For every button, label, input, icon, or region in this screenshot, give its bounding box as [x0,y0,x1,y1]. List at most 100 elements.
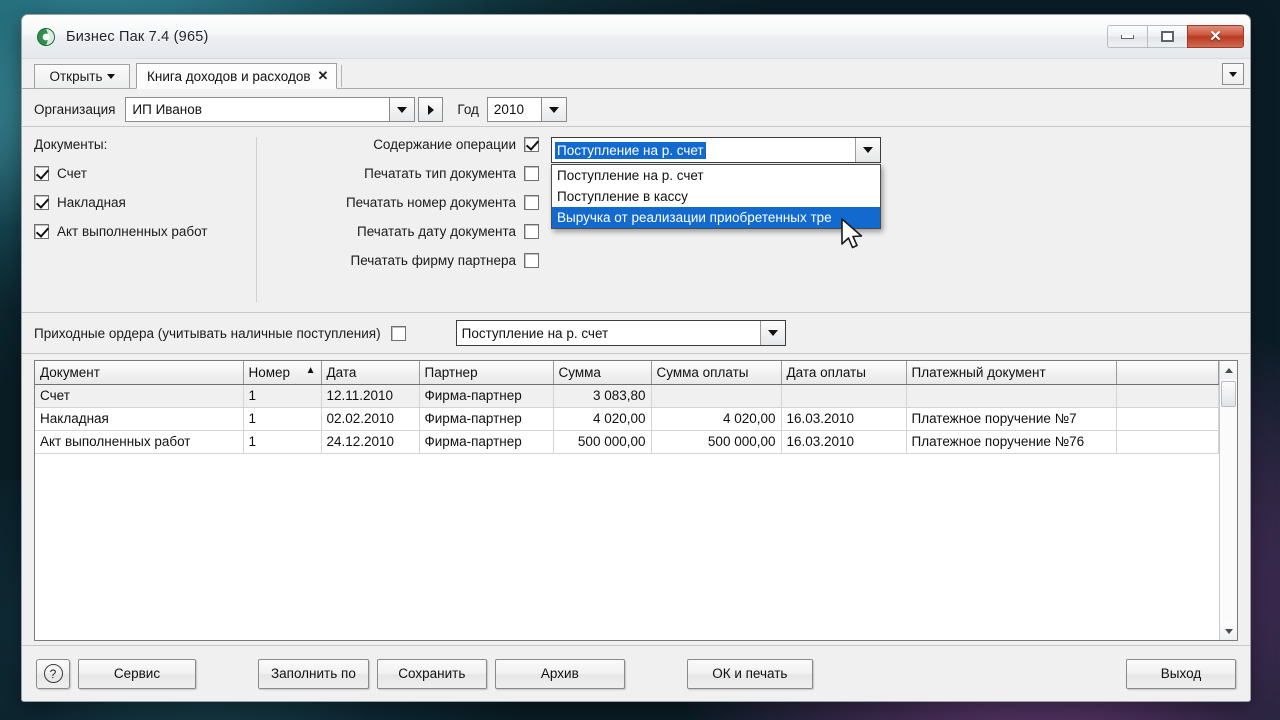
scroll-down-button[interactable] [1220,622,1237,640]
minimize-button[interactable] [1107,25,1147,48]
checkbox-icon[interactable] [524,166,539,181]
column-header-payment-sum[interactable]: Сумма оплаты [651,361,782,385]
application-window: Бизнес Пак 7.4 (965) ✕ Открыть Книга дох… [21,14,1251,702]
cell-partner: Фирма-партнер [419,407,554,431]
cell-payment-sum: 4 020,00 [651,407,782,431]
cell-date: 12.11.2010 [321,384,420,408]
checkbox-icon[interactable] [524,224,539,239]
print-option-label: Печатать дату документа [357,224,516,239]
cell-payment-document: Платежное поручение №76 [906,430,1117,454]
operation-option-0[interactable]: Поступление на р. счет [552,165,880,186]
print-option-data-dokumenta[interactable]: Печатать дату документа [271,224,539,239]
cell-document: Счет [35,384,244,408]
minimize-icon [1121,34,1134,39]
scroll-up-button[interactable] [1220,361,1237,379]
save-button[interactable]: Сохранить [376,658,487,689]
open-button[interactable]: Открыть [34,64,130,89]
organization-dropdown-arrow[interactable] [389,98,415,121]
operation-selected-value: Поступление на р. счет [555,141,706,159]
year-label: Год [457,102,479,117]
cell-payment-date: 16.03.2010 [781,430,907,454]
organization-next-button[interactable] [418,97,444,122]
column-header-date[interactable]: Дата [321,361,420,385]
checkbox-icon[interactable] [34,166,49,181]
cell-sum: 3 083,80 [553,384,652,408]
document-label: Счет [57,166,87,181]
archive-button[interactable]: Архив [494,658,625,689]
help-button[interactable]: ? [36,658,70,689]
checkbox-icon[interactable] [34,224,49,239]
fill-by-button[interactable]: Заполнить по [258,658,369,689]
tab-close-icon[interactable]: ✕ [318,68,329,84]
title-bar: Бизнес Пак 7.4 (965) ✕ [22,15,1250,59]
organization-label: Организация [34,102,116,117]
checkbox-icon[interactable] [524,253,539,268]
print-option-label: Печатать номер документа [345,195,516,210]
maximize-button[interactable] [1147,25,1187,48]
column-header-payment-document[interactable]: Платежный документ [906,361,1117,385]
exit-button[interactable]: Выход [1126,658,1236,689]
operation-dropdown-list[interactable]: Поступление на р. счет Поступление в кас… [551,164,881,229]
incoming-orders-dropdown-arrow[interactable] [759,321,785,345]
incoming-orders-label: Приходные ордера (учитывать наличные пос… [34,325,381,341]
ok-and-print-button[interactable]: ОК и печать [686,658,813,689]
document-checkbox-akt[interactable]: Акт выполненных работ [34,224,248,239]
operation-combo[interactable]: Поступление на р. счет [551,137,881,163]
chevron-right-icon [427,104,434,115]
print-option-soderzhanie-operacii[interactable]: Содержание операции [271,137,539,152]
footer-toolbar: ? Сервис Заполнить по Сохранить Архив ОК… [22,645,1250,701]
cell-payment-date [781,384,907,408]
table-row[interactable]: Счет 1 12.11.2010 Фирма-партнер 3 083,80 [35,384,1219,408]
operation-dropdown-arrow[interactable] [855,138,880,162]
tab-overflow-button[interactable] [1222,63,1244,85]
incoming-orders-checkbox[interactable] [390,325,406,341]
table-header-row: Документ Номер ▲ Дата Партнер Сумма Сумма… [35,361,1219,385]
print-options-section: Содержание операции Печатать тип докумен… [271,137,1238,306]
cell-payment-sum: 500 000,00 [651,430,782,454]
column-header-sum[interactable]: Сумма [553,361,652,385]
close-button[interactable]: ✕ [1187,25,1244,48]
checkbox-icon[interactable] [524,137,539,152]
document-checkbox-schet[interactable]: Счет [34,166,248,181]
column-header-partner[interactable]: Партнер [419,361,554,385]
year-dropdown-arrow[interactable] [540,98,566,121]
cell-payment-date: 16.03.2010 [781,407,907,431]
operation-selected-wrap: Поступление на р. счет [552,138,855,162]
service-button[interactable]: Сервис [78,658,196,689]
print-option-firma-partnera[interactable]: Печатать фирму партнера [271,253,539,268]
organization-value: ИП Иванов [132,102,202,117]
cell-payment-document: Платежное поручение №7 [906,407,1117,431]
tab-kniga-dohodov-i-rashodov[interactable]: Книга доходов и расходов ✕ [136,63,338,89]
scrollbar-thumb[interactable] [1221,381,1236,407]
checkbox-icon[interactable] [524,195,539,210]
documents-grid: Документ Номер ▲ Дата Партнер Сумма Сумма… [34,360,1238,641]
operation-option-2[interactable]: Выручка от реализации приобретенных тре [552,207,880,228]
column-header-payment-date[interactable]: Дата оплаты [781,361,907,385]
checkbox-icon[interactable] [34,195,49,210]
document-checkbox-nakladnaya[interactable]: Накладная [34,195,248,210]
operation-option-1[interactable]: Поступление в кассу [552,186,880,207]
document-label: Акт выполненных работ [57,224,208,239]
sort-ascending-icon: ▲ [305,364,316,376]
cell-sum: 4 020,00 [553,407,652,431]
operation-dropdown-wrap: Поступление на р. счет Поступление на р.… [539,137,1238,306]
table-row[interactable]: Накладная 1 02.02.2010 Фирма-партнер 4 0… [35,407,1219,431]
table-row[interactable]: Акт выполненных работ 1 24.12.2010 Фирма… [35,430,1219,454]
organization-combo[interactable]: ИП Иванов [125,97,416,122]
close-icon: ✕ [1209,28,1222,45]
column-header-document[interactable]: Документ [35,361,244,385]
scrollbar-track[interactable] [1220,379,1237,622]
chevron-down-icon [397,106,408,113]
chevron-down-icon [1229,71,1237,77]
cell-document: Накладная [35,407,244,431]
options-divider [256,137,257,302]
print-option-tip-dokumenta[interactable]: Печатать тип документа [271,166,539,181]
year-combo[interactable]: 2010 [486,97,567,122]
incoming-orders-combo[interactable]: Поступление на р. счет [455,320,786,346]
column-header-number[interactable]: Номер ▲ [243,361,322,385]
print-option-nomer-dokumenta[interactable]: Печатать номер документа [271,195,539,210]
client-area: Открыть Книга доходов и расходов ✕ Орган… [22,59,1250,701]
caret-up-icon [1224,367,1233,373]
print-options-list: Содержание операции Печатать тип докумен… [271,137,539,306]
grid-vertical-scrollbar[interactable] [1219,361,1237,640]
